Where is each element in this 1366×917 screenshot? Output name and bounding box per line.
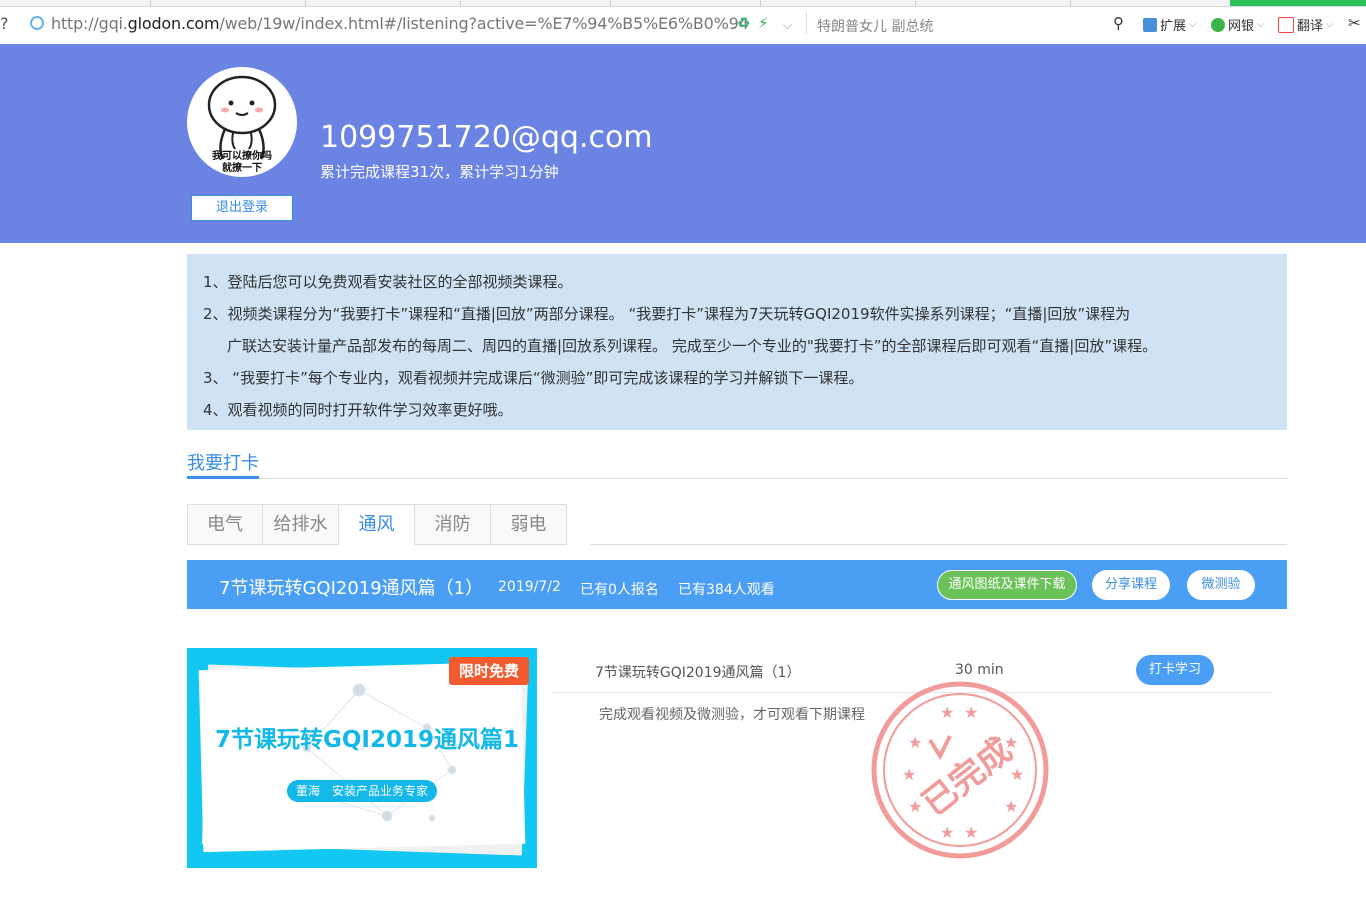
- limited-free-badge: 限时免费: [449, 657, 529, 685]
- lesson-name: 7节课玩转GQI2019通风篇（1）: [595, 665, 801, 681]
- svg-text:★: ★: [940, 823, 954, 842]
- lightning-icon[interactable]: ⚡: [758, 14, 769, 32]
- notice-line: 4、观看视频的同时打开软件学习效率更好哦。: [203, 401, 513, 419]
- svg-text:★: ★: [940, 703, 954, 722]
- chevron-down-icon[interactable]: ⌵: [783, 18, 792, 33]
- avatar: 我可以撩你吗 就撩一下: [187, 67, 297, 177]
- user-stats: 累计完成课程31次，累计学习1分钟: [320, 163, 559, 181]
- notice-line: 3、 “我要打卡”每个专业内，观看视频并完成课后“微测验”即可完成该课程的学习并…: [203, 369, 864, 387]
- banking-icon: [1211, 17, 1225, 32]
- notice-line: 2、视频类课程分为“我要打卡”课程和“直播|回放”两部分课程。 “我要打卡”课程…: [203, 305, 1131, 323]
- scissors-icon[interactable]: ✂: [1348, 14, 1361, 32]
- logout-button[interactable]: 退出登录: [191, 195, 293, 221]
- notice-box: 1、登陆后您可以免费观看安装社区的全部视频类课程。 2、视频类课程分为“我要打卡…: [187, 254, 1287, 430]
- checkin-study-button[interactable]: 打卡学习: [1136, 655, 1214, 685]
- tab-active-indicator: [187, 476, 259, 479]
- share-course-button[interactable]: 分享课程: [1092, 570, 1170, 600]
- course-views: 已有384人观看: [678, 582, 775, 598]
- tab-fire-protection[interactable]: 消防: [415, 504, 491, 545]
- course-date: 2019/7/2: [498, 579, 561, 595]
- section-divider: [187, 478, 1287, 479]
- thumbnail-title: 7节课玩转GQI2019通风篇1: [215, 727, 520, 753]
- tab-checkin[interactable]: 我要打卡: [187, 449, 259, 475]
- svg-text:★: ★: [1004, 797, 1018, 816]
- search-box[interactable]: 特朗普女儿 副总统: [817, 16, 933, 36]
- instructor-tag: 董海 安装产品业务专家: [287, 780, 437, 802]
- lesson-duration: 30 min: [955, 662, 1004, 678]
- lesson-note: 完成观看视频及微测验，才可观看下期课程: [599, 707, 865, 723]
- course-header-bar: 7节课玩转GQI2019通风篇（1） 2019/7/2 已有0人报名 已有384…: [187, 560, 1287, 609]
- tab-plumbing[interactable]: 给排水: [263, 504, 339, 545]
- extensions-menu[interactable]: 扩展 ⌵: [1143, 15, 1197, 34]
- back-icon[interactable]: ?: [0, 14, 9, 33]
- svg-text:★: ★: [964, 703, 978, 722]
- user-email: 1099751720@qq.com: [320, 120, 653, 155]
- tab-strip: [0, 0, 1366, 7]
- translate-icon: [1278, 16, 1294, 33]
- svg-text:就撩一下: 就撩一下: [222, 161, 262, 174]
- category-divider: [590, 544, 1287, 545]
- tab-electrical[interactable]: 电气: [187, 504, 263, 545]
- notice-line: 1、登陆后您可以免费观看安装社区的全部视频类课程。: [203, 273, 573, 291]
- browser-toolbar: ? http://gqi.glodon.com/web/19w/index.ht…: [0, 0, 1366, 45]
- avatar-cartoon-icon: 我可以撩你吗 就撩一下: [207, 75, 277, 174]
- course-thumbnail[interactable]: 限时免费 7节课玩转GQI2019通风篇1 董海 安装产品业务专家: [187, 648, 537, 868]
- refresh-icon[interactable]: ♻: [737, 14, 750, 32]
- course-title: 7节课玩转GQI2019通风篇（1）: [219, 578, 484, 599]
- address-bar[interactable]: http://gqi.glodon.com/web/19w/index.html…: [51, 14, 749, 33]
- svg-text:★: ★: [1010, 765, 1024, 784]
- banking-menu[interactable]: 网银 ⌵: [1211, 15, 1265, 34]
- svg-text:★: ★: [902, 765, 916, 784]
- quiz-button[interactable]: 微测验: [1187, 570, 1255, 600]
- svg-text:★: ★: [908, 733, 922, 752]
- svg-text:★: ★: [964, 823, 978, 842]
- svg-text:我可以撩你吗: 我可以撩你吗: [212, 149, 272, 162]
- category-tabs: 电气 给排水 通风 消防 弱电: [187, 504, 567, 545]
- search-icon[interactable]: ⚲: [1113, 14, 1124, 32]
- completed-stamp: ★ ★ ★ ★ ★ ★ ★ ★ ★ ★ 已完成: [871, 681, 1049, 859]
- download-materials-button[interactable]: 通风图纸及课件下载: [937, 570, 1077, 600]
- course-enrolled: 已有0人报名: [580, 582, 659, 598]
- notice-line: 广联达安装计量产品部发布的每周二、周四的直播|回放系列课程。 完成至少一个专业的…: [227, 337, 1158, 355]
- translate-menu[interactable]: 翻译 ⌵: [1278, 15, 1334, 34]
- extensions-icon: [1143, 17, 1157, 32]
- tab-ventilation[interactable]: 通风: [339, 504, 415, 545]
- tab-low-voltage[interactable]: 弱电: [491, 504, 567, 545]
- page-loading-icon: [30, 16, 44, 30]
